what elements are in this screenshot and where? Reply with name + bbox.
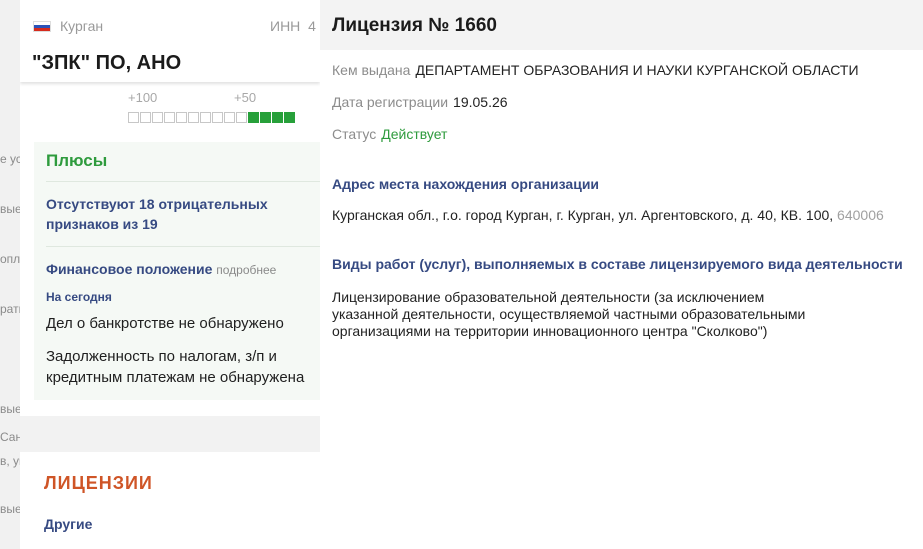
inn-value: 4 [308,18,316,34]
region: Курган [33,18,103,34]
financial-title: Финансовое положение [46,261,213,277]
background-fragment: Сан [0,430,22,444]
works-title: Виды работ (услуг), выполняемых в состав… [332,256,903,272]
scale-cell [188,112,199,123]
inn: ИНН 4 [270,18,316,34]
background-page-strip: е усл вые опл ратв вые Сан в, уп вые [0,0,22,549]
background-fragment: е усл [0,152,22,166]
bankruptcy-status: Дел о банкротстве не обнаружено [46,315,284,332]
background-fragment: вые [0,502,22,516]
scale-cell [272,112,283,123]
reg-date-value: 19.05.26 [453,94,508,110]
works-description: Лицензирование образовательной деятельно… [332,289,806,339]
russia-flag-icon [33,20,51,32]
background-fragment: опл [0,252,21,266]
absent-negatives-link[interactable]: Отсутствуют 18 отрицательных признаков и… [46,194,306,234]
issued-by-label: Кем выдана [332,62,411,78]
background-fragment: ратв [0,302,22,316]
company-card: Курган ИНН 4 "ЗПК" ПО, АНО +100 +50 Плюс… [20,0,320,549]
company-name: "ЗПК" ПО, АНО [32,52,182,74]
pluses-block: Плюсы Отсутствуют 18 отрицательных призн… [34,142,320,400]
divider [46,181,320,182]
address-title: Адрес места нахождения организации [332,176,600,192]
section-separator [20,416,320,452]
scale-cell [140,112,151,123]
issued-by-row: Кем выдана ДЕПАРТАМЕНТ ОБРАЗОВАНИЯ И НАУК… [332,62,859,78]
scale-cell [284,112,295,123]
licenses-other-link[interactable]: Другие [44,516,92,532]
today-label: На сегодня [46,290,112,304]
divider [46,246,320,247]
license-panel-header: Лицензия № 1660 [320,0,923,50]
scale-cell [260,112,271,123]
background-fragment: в, уп [0,454,22,468]
address-zip: 640006 [837,207,884,223]
pluses-title: Плюсы [46,151,108,170]
scale-cell [128,112,139,123]
scale-cell [224,112,235,123]
scale-cell [176,112,187,123]
scale-cell [236,112,247,123]
company-header: Курган ИНН 4 "ЗПК" ПО, АНО [20,0,320,82]
reliability-scale: +100 +50 [128,90,296,123]
scale-label-100: +100 [128,90,158,105]
issued-by-value: ДЕПАРТАМЕНТ ОБРАЗОВАНИЯ И НАУКИ КУРГАНСК… [415,62,859,78]
inn-label: ИНН [270,18,301,34]
scale-cell [152,112,163,123]
scale-cell [200,112,211,123]
scale-cell [212,112,223,123]
license-title: Лицензия № 1660 [332,15,497,36]
license-panel: Лицензия № 1660 Кем выдана ДЕПАРТАМЕНТ ОБ… [320,0,923,549]
debt-status: Задолженность по налогам, з/п и кредитны… [46,348,305,386]
background-fragment: вые [0,202,22,216]
status-label: Статус [332,126,377,142]
scale-cells [128,112,296,123]
address-value: Курганская обл., г.о. город Курган, г. К… [332,207,884,223]
background-fragment: вые [0,402,22,416]
financial-more-link[interactable]: подробнее [216,263,276,277]
reg-date-label: Дата регистрации [332,94,449,110]
financial-position: Финансовое положение подробнее [46,261,276,277]
status-value: Действует [381,126,448,142]
scale-cell [164,112,175,123]
licenses-section-title: ЛИЦЕНЗИИ [44,473,153,493]
scale-label-50: +50 [234,90,257,105]
region-label: Курган [60,18,104,34]
scale-cell [248,112,259,123]
status-row: Статус Действует [332,126,447,142]
reg-date-row: Дата регистрации 19.05.26 [332,94,508,110]
